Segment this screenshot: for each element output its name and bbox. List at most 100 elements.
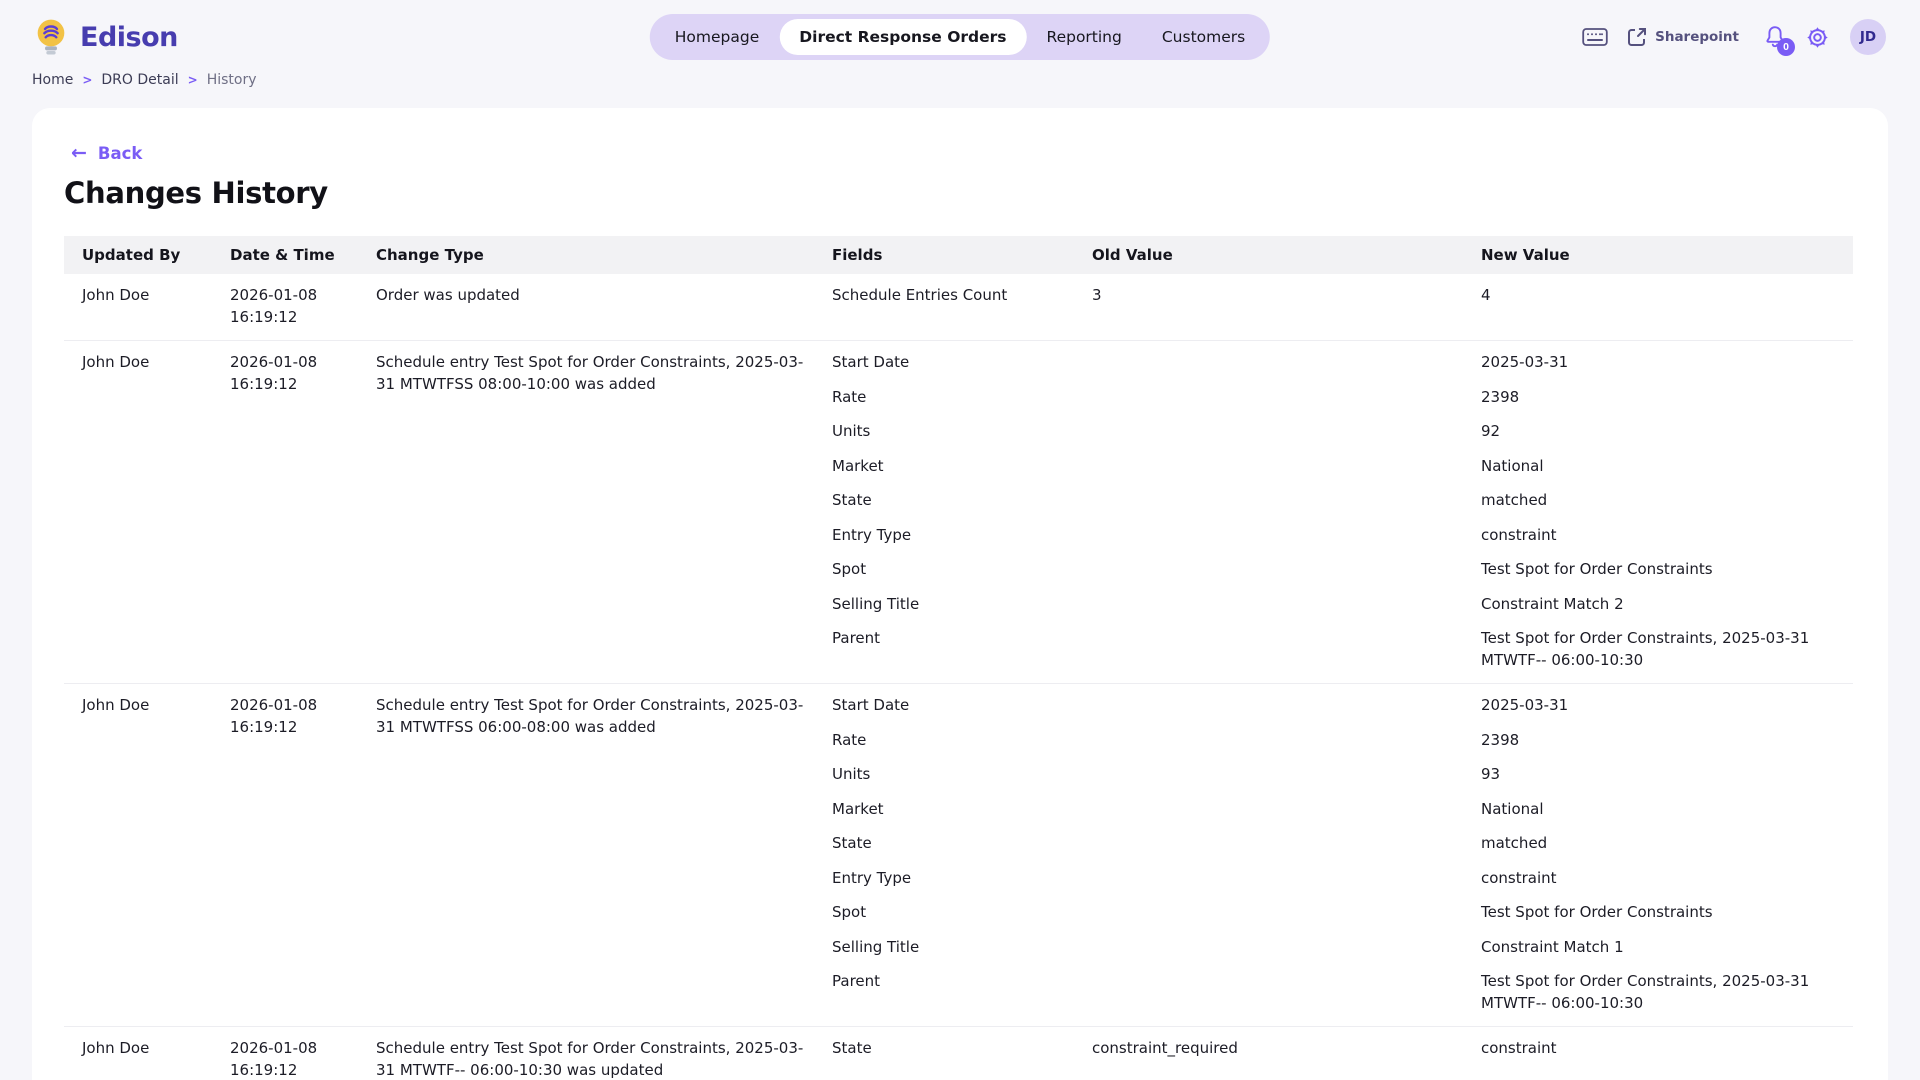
new-value: matched	[1463, 489, 1853, 524]
date-value: 2026-01-08	[230, 1037, 358, 1059]
new-value: 2398	[1463, 386, 1853, 421]
date-value: 2026-01-08	[230, 351, 358, 373]
old-value	[1074, 386, 1463, 421]
cell-change-type: Schedule entry Test Spot for Order Const…	[358, 351, 814, 671]
date-value: 2026-01-08	[230, 694, 358, 716]
old-value	[1074, 455, 1463, 490]
change-subrow: Start Date2025-03-31	[814, 694, 1853, 729]
time-value: 16:19:12	[230, 716, 358, 738]
cell-changes: Stateconstraint_requiredconstraint	[814, 1037, 1853, 1080]
cell-date-time: 2026-01-0816:19:12	[212, 284, 358, 328]
new-value: Constraint Match 2	[1463, 593, 1853, 628]
page-title: Changes History	[64, 176, 1853, 210]
field-name: Start Date	[814, 351, 1074, 386]
change-subrow: ParentTest Spot for Order Constraints, 2…	[814, 970, 1853, 1014]
breadcrumb-item-home[interactable]: Home	[32, 72, 73, 88]
field-name: Units	[814, 420, 1074, 455]
changes-history-card: ← Back Changes History Updated ByDate & …	[32, 108, 1888, 1080]
cell-changes: Start Date2025-03-31Rate2398Units93Marke…	[814, 694, 1853, 1014]
column-header-change-type: Change Type	[358, 246, 814, 264]
change-subrow: Selling TitleConstraint Match 1	[814, 936, 1853, 971]
field-name: Market	[814, 455, 1074, 490]
external-link-icon	[1626, 26, 1648, 48]
cell-change-type: Order was updated	[358, 284, 814, 328]
nav-tab-reporting[interactable]: Reporting	[1026, 19, 1141, 55]
new-value: Test Spot for Order Constraints	[1463, 901, 1853, 936]
field-name: Entry Type	[814, 524, 1074, 559]
field-name: Units	[814, 763, 1074, 798]
topbar: Edison HomepageDirect Response OrdersRep…	[0, 0, 1920, 74]
new-value: matched	[1463, 832, 1853, 867]
change-subrow: MarketNational	[814, 798, 1853, 833]
column-header-updated-by: Updated By	[64, 246, 212, 264]
time-value: 16:19:12	[230, 1059, 358, 1080]
change-subrow: Units93	[814, 763, 1853, 798]
user-avatar[interactable]: JD	[1850, 19, 1886, 55]
change-subrow: Selling TitleConstraint Match 2	[814, 593, 1853, 628]
time-value: 16:19:12	[230, 373, 358, 395]
field-name: Parent	[814, 627, 1074, 671]
old-value	[1074, 763, 1463, 798]
change-subrow: Start Date 2025-03-31	[814, 351, 1853, 386]
sharepoint-label: Sharepoint	[1655, 29, 1739, 45]
lightbulb-logo-icon	[32, 17, 70, 57]
old-value	[1074, 524, 1463, 559]
table-header-row: Updated ByDate & TimeChange TypeFieldsOl…	[64, 236, 1853, 274]
new-value: 92	[1463, 420, 1853, 455]
new-value: 2025-03-31	[1463, 694, 1853, 729]
new-value: Test Spot for Order Constraints	[1463, 558, 1853, 593]
old-value	[1074, 901, 1463, 936]
cell-changes: Schedule Entries Count34	[814, 284, 1853, 328]
settings-button[interactable]	[1805, 25, 1830, 50]
gear-icon	[1805, 25, 1830, 50]
new-value: constraint	[1463, 1037, 1853, 1072]
change-subrow: Market National	[814, 455, 1853, 490]
keyboard-icon	[1582, 27, 1608, 47]
cell-date-time: 2026-01-0816:19:12	[212, 694, 358, 1014]
breadcrumb-item-dro-detail[interactable]: DRO Detail	[101, 72, 178, 88]
column-header-new-value: New Value	[1463, 246, 1853, 264]
change-subrow: Parent Test Spot for Order Constraints, 2…	[814, 627, 1853, 671]
cell-updated-by: John Doe	[64, 284, 212, 328]
change-subrow: Entry Typeconstraint	[814, 524, 1853, 559]
time-value: 16:19:12	[230, 306, 358, 328]
app-logo[interactable]: Edison	[32, 17, 178, 57]
old-value	[1074, 867, 1463, 902]
new-value: constraint	[1463, 867, 1853, 902]
change-subrow: Units 92	[814, 420, 1853, 455]
back-button[interactable]: ← Back	[71, 144, 142, 163]
new-value: Test Spot for Order Constraints, 2025-03…	[1463, 627, 1853, 671]
nav-tab-homepage[interactable]: Homepage	[655, 19, 780, 55]
old-value	[1074, 798, 1463, 833]
new-value: National	[1463, 455, 1853, 490]
old-value	[1074, 729, 1463, 764]
cell-updated-by: John Doe	[64, 1037, 212, 1080]
field-name: Rate	[814, 729, 1074, 764]
change-subrow: Statematched	[814, 832, 1853, 867]
new-value: 2025-03-31	[1463, 351, 1853, 386]
field-name: Entry Type	[814, 867, 1074, 902]
cell-change-type: Schedule entry Test Spot for Order Const…	[358, 1037, 814, 1080]
field-name: Spot	[814, 558, 1074, 593]
keyboard-shortcuts-button[interactable]	[1582, 27, 1608, 47]
main-nav: HomepageDirect Response OrdersReportingC…	[650, 14, 1270, 60]
column-header-fields: Fields	[814, 246, 1074, 264]
change-subrow: Entry Type constraint	[814, 867, 1853, 902]
app-name: Edison	[80, 22, 178, 53]
change-subrow: Rate2398	[814, 729, 1853, 764]
notifications-button[interactable]: 0	[1763, 24, 1787, 50]
nav-tab-direct-response-orders[interactable]: Direct Response Orders	[779, 19, 1026, 55]
old-value	[1074, 936, 1463, 971]
old-value	[1074, 351, 1463, 386]
field-name: State	[814, 1037, 1074, 1072]
back-label: Back	[98, 144, 142, 163]
sharepoint-link[interactable]: Sharepoint	[1626, 26, 1739, 48]
changes-history-table: Updated ByDate & TimeChange TypeFieldsOl…	[64, 236, 1853, 1080]
breadcrumb-separator: >	[188, 73, 198, 87]
field-name: Schedule Entries Count	[814, 284, 1074, 319]
old-value	[1074, 694, 1463, 729]
column-header-old-value: Old Value	[1074, 246, 1463, 264]
nav-tab-customers[interactable]: Customers	[1142, 19, 1265, 55]
field-name: State	[814, 489, 1074, 524]
field-name: Market	[814, 798, 1074, 833]
